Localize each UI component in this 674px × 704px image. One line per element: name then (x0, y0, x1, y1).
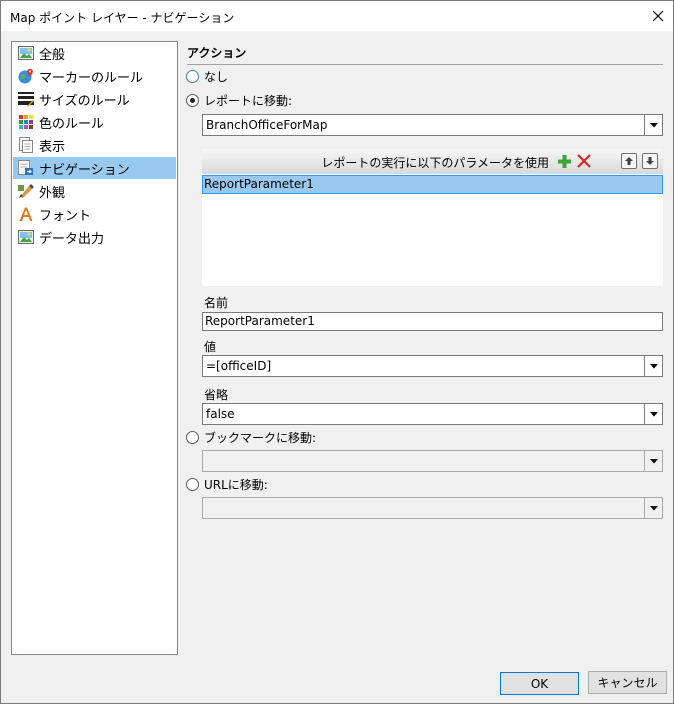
name-label: 名前 (204, 296, 229, 310)
nav-label-general: 全般 (39, 47, 66, 63)
nav-label-data-output: データ出力 (39, 231, 105, 247)
url-dropdown-button[interactable] (644, 498, 662, 518)
visibility-icon (18, 137, 34, 153)
arrow-down-icon (646, 157, 654, 165)
report-select-value: BranchOfficeForMap (206, 118, 328, 132)
radio-none[interactable]: なし (186, 67, 228, 85)
value-dropdown-button[interactable] (644, 356, 662, 376)
value-select-value: =[officeID] (206, 359, 272, 373)
report-select[interactable]: BranchOfficeForMap (202, 114, 663, 136)
parameter-row[interactable]: ReportParameter1 (202, 175, 663, 194)
radio-goto-url[interactable]: URLに移動: (186, 475, 268, 493)
add-icon (557, 154, 571, 168)
cancel-button[interactable]: キャンセル (588, 671, 667, 694)
nav-label-marker-rule: マーカーのルール (39, 70, 144, 86)
delete-icon (577, 154, 591, 168)
navigation-icon (18, 160, 34, 176)
parameter-list-header: レポートの実行に以下のパラメータを使用 (202, 149, 663, 174)
name-input[interactable]: ReportParameter1 (202, 312, 663, 331)
font-icon (18, 206, 34, 222)
marker-rule-icon (18, 68, 34, 84)
general-image-icon (18, 45, 34, 61)
omit-dropdown-button[interactable] (644, 404, 662, 424)
section-divider (187, 64, 663, 65)
size-rule-icon (18, 91, 34, 107)
dialog-window: Map ポイント レイヤー - ナビゲーション 全般 マーカーのルール サイズの… (0, 0, 674, 704)
bookmark-select[interactable] (202, 450, 663, 472)
close-button[interactable] (643, 1, 673, 31)
nav-label-navigation: ナビゲーション (39, 162, 130, 178)
nav-label-font: フォント (39, 208, 92, 224)
report-dropdown-button[interactable] (644, 115, 662, 135)
move-down-button[interactable] (642, 153, 658, 169)
radio-goto-bookmark[interactable]: ブックマークに移動: (186, 428, 316, 446)
chevron-down-icon (649, 122, 658, 127)
color-rule-icon (18, 114, 34, 130)
title-bar: Map ポイント レイヤー - ナビゲーション (1, 1, 673, 31)
parameter-row-name: ReportParameter1 (204, 177, 314, 191)
arrow-up-icon (625, 157, 633, 165)
nav-item-general[interactable]: 全般 (13, 42, 176, 64)
radio-goto-report-label: レポートに移動: (204, 93, 293, 108)
omit-select-value: false (206, 407, 235, 421)
value-label: 値 (204, 340, 217, 354)
chevron-down-icon (649, 458, 658, 463)
chevron-down-icon (649, 363, 658, 368)
name-input-value: ReportParameter1 (205, 314, 315, 328)
radio-goto-url-indicator[interactable] (186, 477, 199, 491)
add-parameter-button[interactable] (556, 153, 572, 169)
move-up-button[interactable] (621, 153, 637, 169)
data-output-icon (18, 229, 34, 245)
radio-goto-report-indicator[interactable] (186, 93, 199, 107)
chevron-down-icon (649, 411, 658, 416)
nav-item-visibility[interactable]: 表示 (13, 134, 176, 156)
nav-item-navigation[interactable]: ナビゲーション (13, 157, 176, 179)
radio-none-indicator[interactable] (186, 69, 199, 83)
radio-goto-bookmark-label: ブックマークに移動: (204, 430, 317, 445)
nav-item-color-rule[interactable]: 色のルール (13, 111, 176, 133)
close-icon (652, 10, 664, 22)
nav-item-marker-rule[interactable]: マーカーのルール (13, 65, 176, 87)
nav-item-appearance[interactable]: 外観 (13, 180, 176, 202)
category-list: 全般 マーカーのルール サイズのルール 色のルール 表示 ナビゲーション 外観 … (11, 41, 178, 655)
nav-label-appearance: 外観 (39, 185, 66, 201)
url-select[interactable] (202, 497, 663, 519)
nav-item-size-rule[interactable]: サイズのルール (13, 88, 176, 110)
nav-item-font[interactable]: フォント (13, 203, 176, 225)
window-title: Map ポイント レイヤー - ナビゲーション (10, 11, 235, 25)
radio-goto-report[interactable]: レポートに移動: (186, 91, 292, 109)
appearance-icon (18, 183, 34, 199)
omit-select[interactable]: false (202, 403, 663, 425)
chevron-down-icon (649, 505, 658, 510)
bookmark-dropdown-button[interactable] (644, 451, 662, 471)
omit-label: 省略 (204, 388, 229, 402)
nav-label-visibility: 表示 (39, 139, 66, 155)
parameter-list-panel: レポートの実行に以下のパラメータを使用 ReportParameter1 (202, 149, 663, 286)
radio-goto-url-label: URLに移動: (204, 477, 268, 492)
action-section-title: アクション (187, 46, 247, 60)
value-select[interactable]: =[officeID] (202, 355, 663, 377)
parameter-header-label: レポートの実行に以下のパラメータを使用 (321, 156, 549, 170)
ok-button[interactable]: OK (500, 672, 579, 695)
nav-item-data-output[interactable]: データ出力 (13, 226, 176, 248)
radio-goto-bookmark-indicator[interactable] (186, 430, 199, 444)
radio-none-label: なし (204, 69, 229, 84)
delete-parameter-button[interactable] (576, 153, 592, 169)
nav-label-color-rule: 色のルール (39, 116, 105, 132)
nav-label-size-rule: サイズのルール (39, 93, 130, 109)
